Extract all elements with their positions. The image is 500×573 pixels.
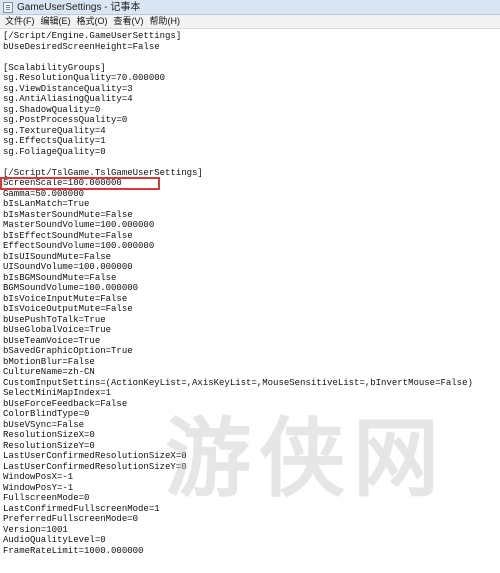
- text-line: FrameRateLimit=1000.000000: [3, 545, 144, 556]
- menu-format[interactable]: 格式(O): [75, 15, 112, 28]
- text-line: bMotionBlur=False: [3, 356, 95, 367]
- menu-help[interactable]: 帮助(H): [148, 15, 185, 28]
- text-line: [3, 157, 473, 168]
- text-line: CultureName=zh-CN: [3, 367, 95, 377]
- text-line: sg.EffectsQuality=1: [3, 136, 106, 146]
- text-line: bUseGlobalVoice=True: [3, 325, 112, 335]
- text-editor[interactable]: [/Script/Engine.GameUserSettings] bUseDes…: [0, 29, 500, 573]
- text-line: bSavedGraphicOption=True: [3, 346, 133, 356]
- text-line: bIsUISoundMute=False: [3, 251, 112, 262]
- text-line: UISoundVolume=100.000000: [3, 262, 133, 272]
- menu-view[interactable]: 查看(V): [112, 15, 148, 28]
- text-line: sg.PostProcessQuality=0: [3, 115, 128, 125]
- text-line: bIsLanMatch=True: [3, 199, 90, 209]
- text-line: sg.AntiAliasingQuality=4: [3, 94, 133, 104]
- text-line: sg.FoliageQuality=0: [3, 146, 106, 157]
- text-line: [ScalabilityGroups]: [3, 62, 106, 73]
- text-line: sg.TextureQuality=4: [3, 125, 106, 136]
- text-line: bUseTeamVoice=True: [3, 335, 101, 346]
- menu-file[interactable]: 文件(F): [3, 15, 39, 28]
- text-line: Gamma=50.000000: [3, 188, 85, 199]
- text-line: [3, 52, 473, 63]
- text-line: bIsVoiceOutputMute=False: [3, 304, 133, 314]
- text-line: [/Script/Engine.GameUserSettings]: [3, 31, 182, 41]
- text-line: sg.ResolutionQuality=70.000000: [3, 73, 166, 83]
- text-line: EffectSoundVolume=100.000000: [3, 241, 155, 251]
- text-line: bIsMasterSoundMute=False: [3, 209, 133, 220]
- text-line: bUseDesiredScreenHeight=False: [3, 41, 160, 52]
- watermark: 游侠网: [165, 408, 447, 509]
- text-line: MasterSoundVolume=100.000000: [3, 220, 155, 230]
- text-line: sg.ShadowQuality=0: [3, 104, 101, 115]
- window-title: GameUserSettings - 记事本: [17, 2, 141, 13]
- text-line: BGMSoundVolume=100.000000: [3, 283, 139, 293]
- text-line: AudioQualityLevel=0: [3, 535, 106, 545]
- menu-edit[interactable]: 编辑(E): [39, 15, 75, 28]
- text-line: CustomInputSettins=(ActionKeyList=,AxisK…: [3, 377, 473, 388]
- text-line: sg.ViewDistanceQuality=3: [3, 83, 133, 94]
- text-line: bIsVoiceInputMute=False: [3, 293, 128, 304]
- title-bar: GameUserSettings - 记事本: [0, 0, 500, 15]
- text-line: SelectMiniMapIndex=1: [3, 388, 112, 398]
- text-line: bIsEffectSoundMute=False: [3, 230, 133, 241]
- menu-bar: 文件(F) 编辑(E) 格式(O) 查看(V) 帮助(H): [0, 15, 500, 29]
- text-line: bIsBGMSoundMute=False: [3, 272, 117, 283]
- text-line: bUsePushToTalk=True: [3, 314, 106, 325]
- highlight-box: [0, 176, 160, 190]
- text-line: Version=1001: [3, 524, 68, 535]
- notepad-icon: [3, 2, 13, 13]
